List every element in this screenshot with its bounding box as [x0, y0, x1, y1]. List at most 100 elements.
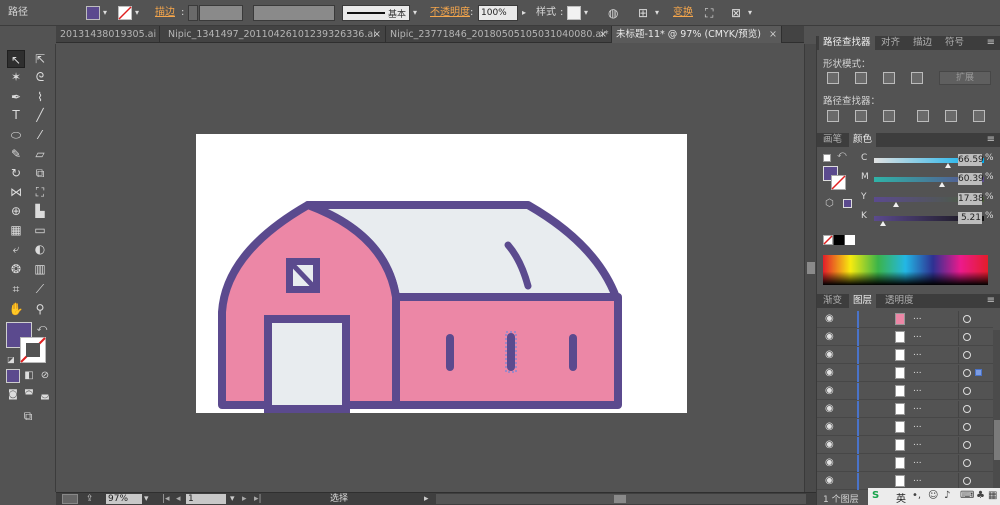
layer-name[interactable]: ... — [913, 438, 922, 448]
chevron-right-icon[interactable]: ▸ — [424, 494, 429, 505]
layer-name[interactable]: ... — [913, 474, 922, 484]
selection-tool-icon[interactable]: ↖ — [7, 50, 25, 68]
minus-back-icon[interactable] — [973, 110, 985, 122]
crop-icon[interactable] — [917, 110, 929, 122]
stroke-color-swatch[interactable] — [118, 6, 132, 20]
type-tool-icon[interactable]: T — [7, 106, 25, 124]
channel-value-field[interactable]: 66.59 — [958, 154, 984, 166]
visibility-eye-icon[interactable]: ◉ — [825, 475, 834, 486]
zoom-field[interactable]: 97% — [106, 494, 142, 504]
first-artboard-icon[interactable]: |◂ — [162, 494, 170, 505]
target-circle-icon[interactable] — [963, 423, 971, 431]
emoji-icon[interactable]: ☺ — [928, 490, 938, 501]
stroke-weight-stepper[interactable] — [188, 5, 198, 21]
canvas-area[interactable] — [57, 44, 804, 492]
align-icon[interactable]: ⊞ — [638, 4, 648, 22]
expand-button[interactable]: 扩展 — [939, 71, 991, 85]
layer-list[interactable]: ◉... ◉... ◉... ◉... ◉... ◉... ◉... ◉... ◉... ◉... — [817, 311, 993, 491]
target-circle-icon[interactable] — [963, 477, 971, 485]
layer-row[interactable]: ◉... — [817, 365, 993, 382]
slider-knob[interactable] — [938, 182, 945, 187]
slider-knob[interactable] — [892, 202, 899, 207]
visibility-eye-icon[interactable]: ◉ — [825, 367, 834, 378]
artboard-navigator-icon[interactable] — [62, 494, 78, 504]
scrollbar-thumb[interactable] — [994, 420, 1000, 460]
layer-name[interactable]: ... — [913, 312, 922, 322]
pencil-tool-icon[interactable]: ✎ — [7, 145, 25, 163]
swap-fill-stroke-icon[interactable]: ⤺ — [36, 320, 48, 338]
gradient-tool-icon[interactable]: ▭ — [31, 221, 49, 239]
layer-name[interactable]: ... — [913, 420, 922, 430]
draw-inside-icon[interactable]: ◛ — [38, 388, 52, 402]
scrollbar-thumb[interactable] — [614, 495, 626, 503]
minus-front-icon[interactable] — [855, 72, 867, 84]
eyedropper-tool-icon[interactable]: ⤶ — [7, 240, 25, 258]
chevron-down-icon[interactable]: ▾ — [584, 9, 592, 17]
export-icon[interactable]: ⇪ — [86, 494, 94, 505]
hand-tool-icon[interactable]: ✋ — [7, 300, 25, 318]
layer-name[interactable]: ... — [913, 330, 922, 340]
barn-door[interactable] — [264, 315, 350, 413]
transform-each-icon[interactable]: ⛶ — [705, 4, 713, 22]
white-color-icon[interactable] — [845, 235, 855, 245]
chevron-down-icon[interactable]: ▾ — [748, 9, 756, 17]
transform-label[interactable]: 变换 — [673, 4, 693, 22]
channel-value-field[interactable]: 17.38 — [958, 193, 984, 205]
tab-document-active[interactable]: 未标题-11* @ 97% (CMYK/预览) × — [612, 26, 782, 43]
slice-tool-icon[interactable]: ⟋ — [31, 280, 49, 298]
layer-row[interactable]: ◉... — [817, 347, 993, 364]
target-circle-icon[interactable] — [963, 369, 971, 377]
visibility-eye-icon[interactable]: ◉ — [825, 349, 834, 360]
punctuation-icon[interactable]: •, — [912, 490, 921, 501]
tab-pathfinder[interactable]: 路径查找器 — [819, 36, 875, 50]
visibility-eye-icon[interactable]: ◉ — [825, 403, 834, 414]
panel-menu-icon[interactable]: ≡ — [987, 133, 995, 147]
layer-row[interactable]: ◉... — [817, 437, 993, 454]
exclude-icon[interactable] — [911, 72, 923, 84]
stroke-weight-field[interactable] — [199, 5, 243, 21]
tab-document-2[interactable]: Nipic_1341497_20110426101239326336.ai × — [160, 26, 386, 43]
layer-row[interactable]: ◉... — [817, 401, 993, 418]
layer-name[interactable]: ... — [913, 366, 922, 376]
channel-value-field[interactable]: 5.21 — [958, 212, 982, 224]
layer-name[interactable]: ... — [913, 456, 922, 466]
target-circle-icon[interactable] — [963, 441, 971, 449]
perspective-grid-tool-icon[interactable]: ▙ — [31, 202, 49, 220]
default-colors-icon[interactable]: ◪ — [5, 351, 17, 369]
swap-icon[interactable]: ⤺ — [837, 150, 847, 160]
curvature-tool-icon[interactable]: ⌇ — [31, 88, 49, 106]
draw-normal-icon[interactable]: ◙ — [6, 388, 20, 402]
chevron-down-icon[interactable]: ▾ — [135, 9, 143, 17]
layer-name[interactable]: ... — [913, 402, 922, 412]
barn-artwork[interactable] — [196, 134, 687, 413]
screen-mode-icon[interactable]: ⧉ — [18, 408, 38, 424]
tab-transparency[interactable]: 透明度 — [881, 294, 918, 308]
rotate-tool-icon[interactable]: ↻ — [7, 164, 25, 182]
visibility-eye-icon[interactable]: ◉ — [825, 385, 834, 396]
chevron-down-icon[interactable]: ▾ — [230, 494, 235, 505]
tab-document-3[interactable]: Nipic_23771846_20180505105031040080.ai* × — [386, 26, 612, 43]
selected-square-icon[interactable] — [975, 369, 982, 376]
tab-document-1[interactable]: 20131438019305.ai — [56, 26, 160, 43]
visibility-eye-icon[interactable]: ◉ — [825, 331, 834, 342]
divide-icon[interactable] — [827, 110, 839, 122]
pen-tool-icon[interactable]: ✒ — [7, 88, 25, 106]
chevron-down-icon[interactable]: ▾ — [103, 9, 111, 17]
tab-brushes[interactable]: 画笔 — [819, 133, 846, 147]
keyboard-icon[interactable]: ⌨ — [960, 490, 974, 501]
visibility-eye-icon[interactable]: ◉ — [825, 421, 834, 432]
graphic-style-swatch[interactable] — [567, 6, 581, 20]
tab-gradient[interactable]: 渐变 — [819, 294, 846, 308]
stroke-swatch[interactable] — [20, 337, 46, 363]
tab-stroke[interactable]: 描边 — [909, 36, 936, 50]
free-transform-tool-icon[interactable]: ⛶ — [31, 183, 49, 201]
color-mode-icon[interactable] — [6, 369, 20, 383]
symbol-sprayer-tool-icon[interactable]: ❂ — [7, 260, 25, 278]
slider-knob[interactable] — [879, 221, 886, 226]
brush-stroke-dropdown[interactable]: 基本 — [342, 5, 410, 21]
horizontal-scrollbar[interactable] — [436, 494, 806, 504]
tab-layers[interactable]: 图层 — [849, 294, 877, 308]
trim-icon[interactable] — [855, 110, 867, 122]
visibility-eye-icon[interactable]: ◉ — [825, 457, 834, 468]
target-circle-icon[interactable] — [963, 315, 971, 323]
